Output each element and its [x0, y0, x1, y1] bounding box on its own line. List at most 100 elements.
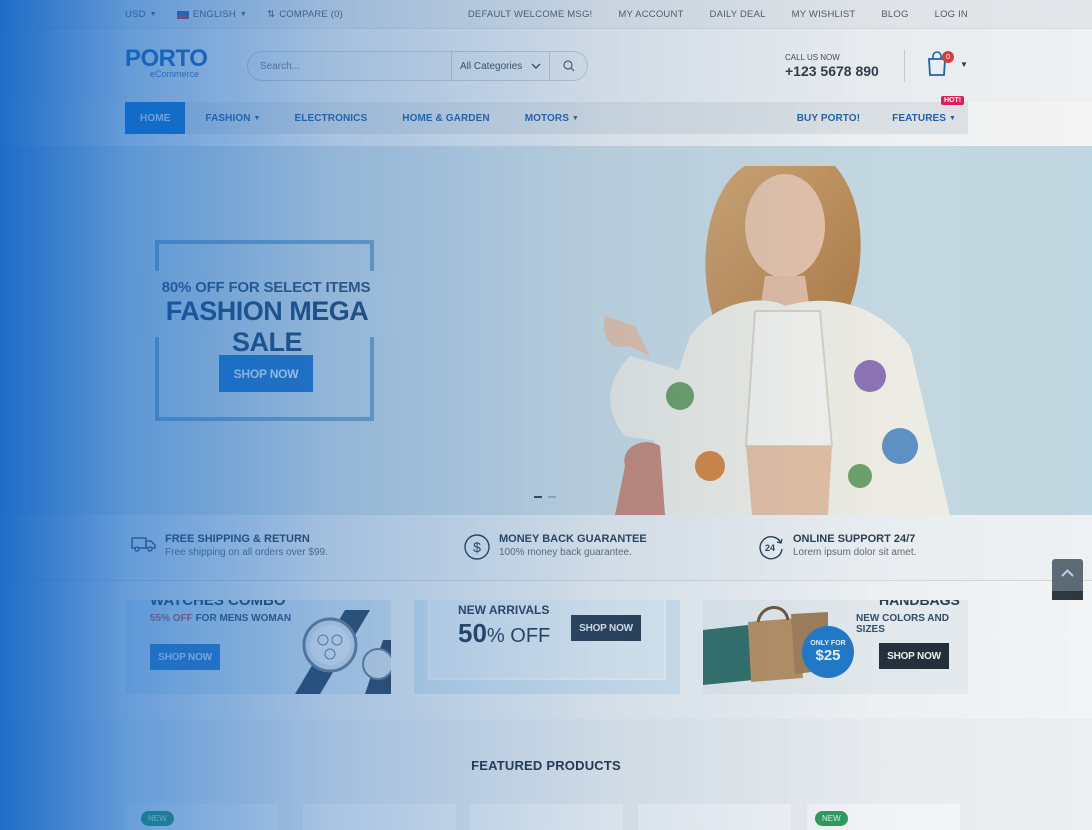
compare-link[interactable]: ⇅ COMPARE (0): [267, 9, 343, 20]
price-badge: ONLY FOR $25: [802, 626, 854, 678]
watch-image: [295, 610, 391, 694]
top-bar: USD ▼ ENGLISH ▼ ⇅ COMPARE (0) DEFAULT WELCO…: [0, 0, 1092, 29]
nav-motors[interactable]: MOTORS ▼: [525, 102, 579, 134]
product-card[interactable]: [303, 804, 456, 830]
call-label: CALL US NOW: [785, 53, 840, 62]
chevron-down-icon: [531, 63, 541, 69]
banner-pct: 55%: [150, 613, 171, 624]
back-to-top-button[interactable]: [1052, 559, 1083, 600]
feature-money-back: $ MONEY BACK GUARANTEE 100% money back g…: [463, 533, 647, 561]
new-badge: NEW: [815, 811, 848, 826]
my-account-link[interactable]: MY ACCOUNT: [618, 9, 683, 20]
daily-deal-link[interactable]: DAILY DEAL: [710, 9, 766, 20]
banner-shop-now-button[interactable]: SHOP NOW: [571, 615, 641, 641]
feature-title: ONLINE SUPPORT 24/7: [793, 533, 916, 545]
hero-shop-now-button[interactable]: SHOP NOW: [219, 355, 313, 392]
dollar-circle-icon: $: [464, 534, 490, 560]
language-label: ENGLISH: [192, 9, 236, 20]
page: USD ▼ ENGLISH ▼ ⇅ COMPARE (0) DEFAULT WELCO…: [0, 0, 1092, 830]
banner-title: WATCHES COMBO: [150, 600, 286, 609]
banner-pct-off: % OFF: [486, 625, 551, 647]
banner-title: NEW ARRIVALS: [458, 603, 550, 617]
feature-title: FREE SHIPPING & RETURN: [165, 533, 310, 545]
support-24-icon: 24: [759, 536, 783, 560]
feature-desc: Lorem ipsum dolor sit amet.: [793, 547, 917, 558]
search-bar: All Categories: [247, 51, 588, 81]
call-us: CALL US NOW +123 5678 890: [785, 53, 879, 79]
nav-motors-label: MOTORS: [524, 112, 569, 124]
my-wishlist-link[interactable]: MY WISHLIST: [792, 9, 856, 20]
phone-number[interactable]: +123 5678 890: [785, 63, 879, 79]
chevron-down-icon[interactable]: ▼: [960, 60, 968, 69]
product-card[interactable]: [638, 804, 791, 830]
featured-products: FEATURED PRODUCTS NEW NEW: [0, 719, 1092, 830]
section-title: FEATURED PRODUCTS: [471, 758, 621, 773]
banner-new-arrivals[interactable]: NEW ARRIVALS 50% OFF SHOP NOW: [414, 600, 680, 694]
svg-text:24: 24: [765, 543, 775, 553]
chevron-up-icon: [1061, 569, 1074, 577]
hero-title: FASHION MEGA SALE: [165, 296, 369, 357]
compare-label: COMPARE (0): [279, 9, 344, 20]
hot-badge: HOT!: [941, 96, 965, 105]
currency-selector[interactable]: USD ▼: [125, 9, 157, 20]
nav-features[interactable]: FEATURES ▼: [892, 102, 956, 134]
category-label: All Categories: [460, 60, 523, 72]
truck-icon: [131, 537, 156, 552]
log-in-link[interactable]: LOG IN: [935, 9, 968, 20]
chevron-down-icon: ▼: [149, 11, 157, 18]
banner-shop-now-button[interactable]: SHOP NOW: [150, 644, 220, 670]
chevron-down-icon: ▼: [239, 11, 248, 18]
nav-fashion[interactable]: FASHION ▼: [205, 102, 260, 134]
nav-features-label: FEATURES: [892, 112, 947, 124]
logo-subtext: eCommerce: [150, 69, 200, 79]
features-strip: FREE SHIPPING & RETURN Free shipping on …: [0, 515, 1092, 581]
banner-off: OFF: [172, 613, 193, 624]
slider-dot-1[interactable]: [534, 496, 542, 498]
flag-icon: [176, 10, 189, 19]
search-input[interactable]: [248, 52, 451, 80]
banner-watches[interactable]: WATCHES COMBO 55% OFF FOR MENS WOMAN SHO…: [125, 600, 391, 694]
cart-button[interactable]: 0: [926, 51, 954, 77]
chevron-down-icon: ▼: [948, 114, 956, 122]
nav-electronics[interactable]: ELECTRONICS: [294, 102, 367, 134]
compare-icon: ⇅: [267, 9, 276, 20]
search-button[interactable]: [549, 52, 587, 80]
welcome-msg: DEFAULT WELCOME MSG!: [467, 9, 593, 20]
search-icon: [562, 60, 574, 72]
hero-subtitle: 80% OFF FOR SELECT ITEMS: [161, 279, 371, 296]
promo-banners: WATCHES COMBO 55% OFF FOR MENS WOMAN SHO…: [0, 581, 1092, 719]
hero-slider: 80% OFF FOR SELECT ITEMS FASHION MEGA SA…: [0, 146, 1092, 515]
header: PORTO eCommerce All Categories CALL US N…: [0, 29, 1092, 102]
currency-label: USD: [125, 9, 146, 20]
banner-handbags[interactable]: HANDBAGS NEW COLORS AND SIZES ONLY FOR $…: [703, 600, 968, 694]
logo[interactable]: PORTO eCommerce: [125, 45, 208, 80]
price-badge-value: $25: [815, 647, 841, 664]
feature-support: 24 ONLINE SUPPORT 24/7 Lorem ipsum dolor…: [757, 533, 916, 561]
language-selector[interactable]: ENGLISH ▼: [176, 9, 248, 20]
hero-model-image: [604, 166, 950, 515]
new-badge: NEW: [141, 811, 174, 826]
slider-dots: [534, 496, 556, 498]
nav-buy-porto[interactable]: BUY PORTO!: [797, 102, 860, 134]
feature-title: MONEY BACK GUARANTEE: [499, 533, 647, 545]
logo-text: PORTO: [125, 45, 208, 72]
svg-text:$: $: [473, 539, 481, 555]
blog-link[interactable]: BLOG: [881, 9, 908, 20]
banner-big-number: 50: [458, 618, 487, 648]
nav-home[interactable]: HOME: [125, 102, 186, 134]
price-badge-label: ONLY FOR: [810, 640, 846, 647]
feature-shipping: FREE SHIPPING & RETURN Free shipping on …: [131, 533, 328, 558]
slider-dot-2[interactable]: [548, 496, 556, 498]
category-select[interactable]: All Categories: [451, 52, 549, 80]
banner-title: HANDBAGS: [879, 600, 960, 608]
nav-home-garden[interactable]: HOME & GARDEN: [402, 102, 489, 134]
main-nav: HOME FASHION ▼ ELECTRONICS HOME & GARDEN…: [125, 102, 968, 134]
nav-fashion-label: FASHION: [205, 112, 251, 124]
banner-subtitle: NEW COLORS AND SIZES: [856, 613, 949, 635]
product-card[interactable]: [470, 804, 623, 830]
chevron-down-icon: ▼: [571, 114, 579, 122]
chevron-down-icon: ▼: [253, 114, 261, 122]
divider: [904, 50, 905, 82]
banner-shop-now-button[interactable]: SHOP NOW: [879, 643, 949, 669]
cart-count-badge: 0: [942, 51, 954, 63]
